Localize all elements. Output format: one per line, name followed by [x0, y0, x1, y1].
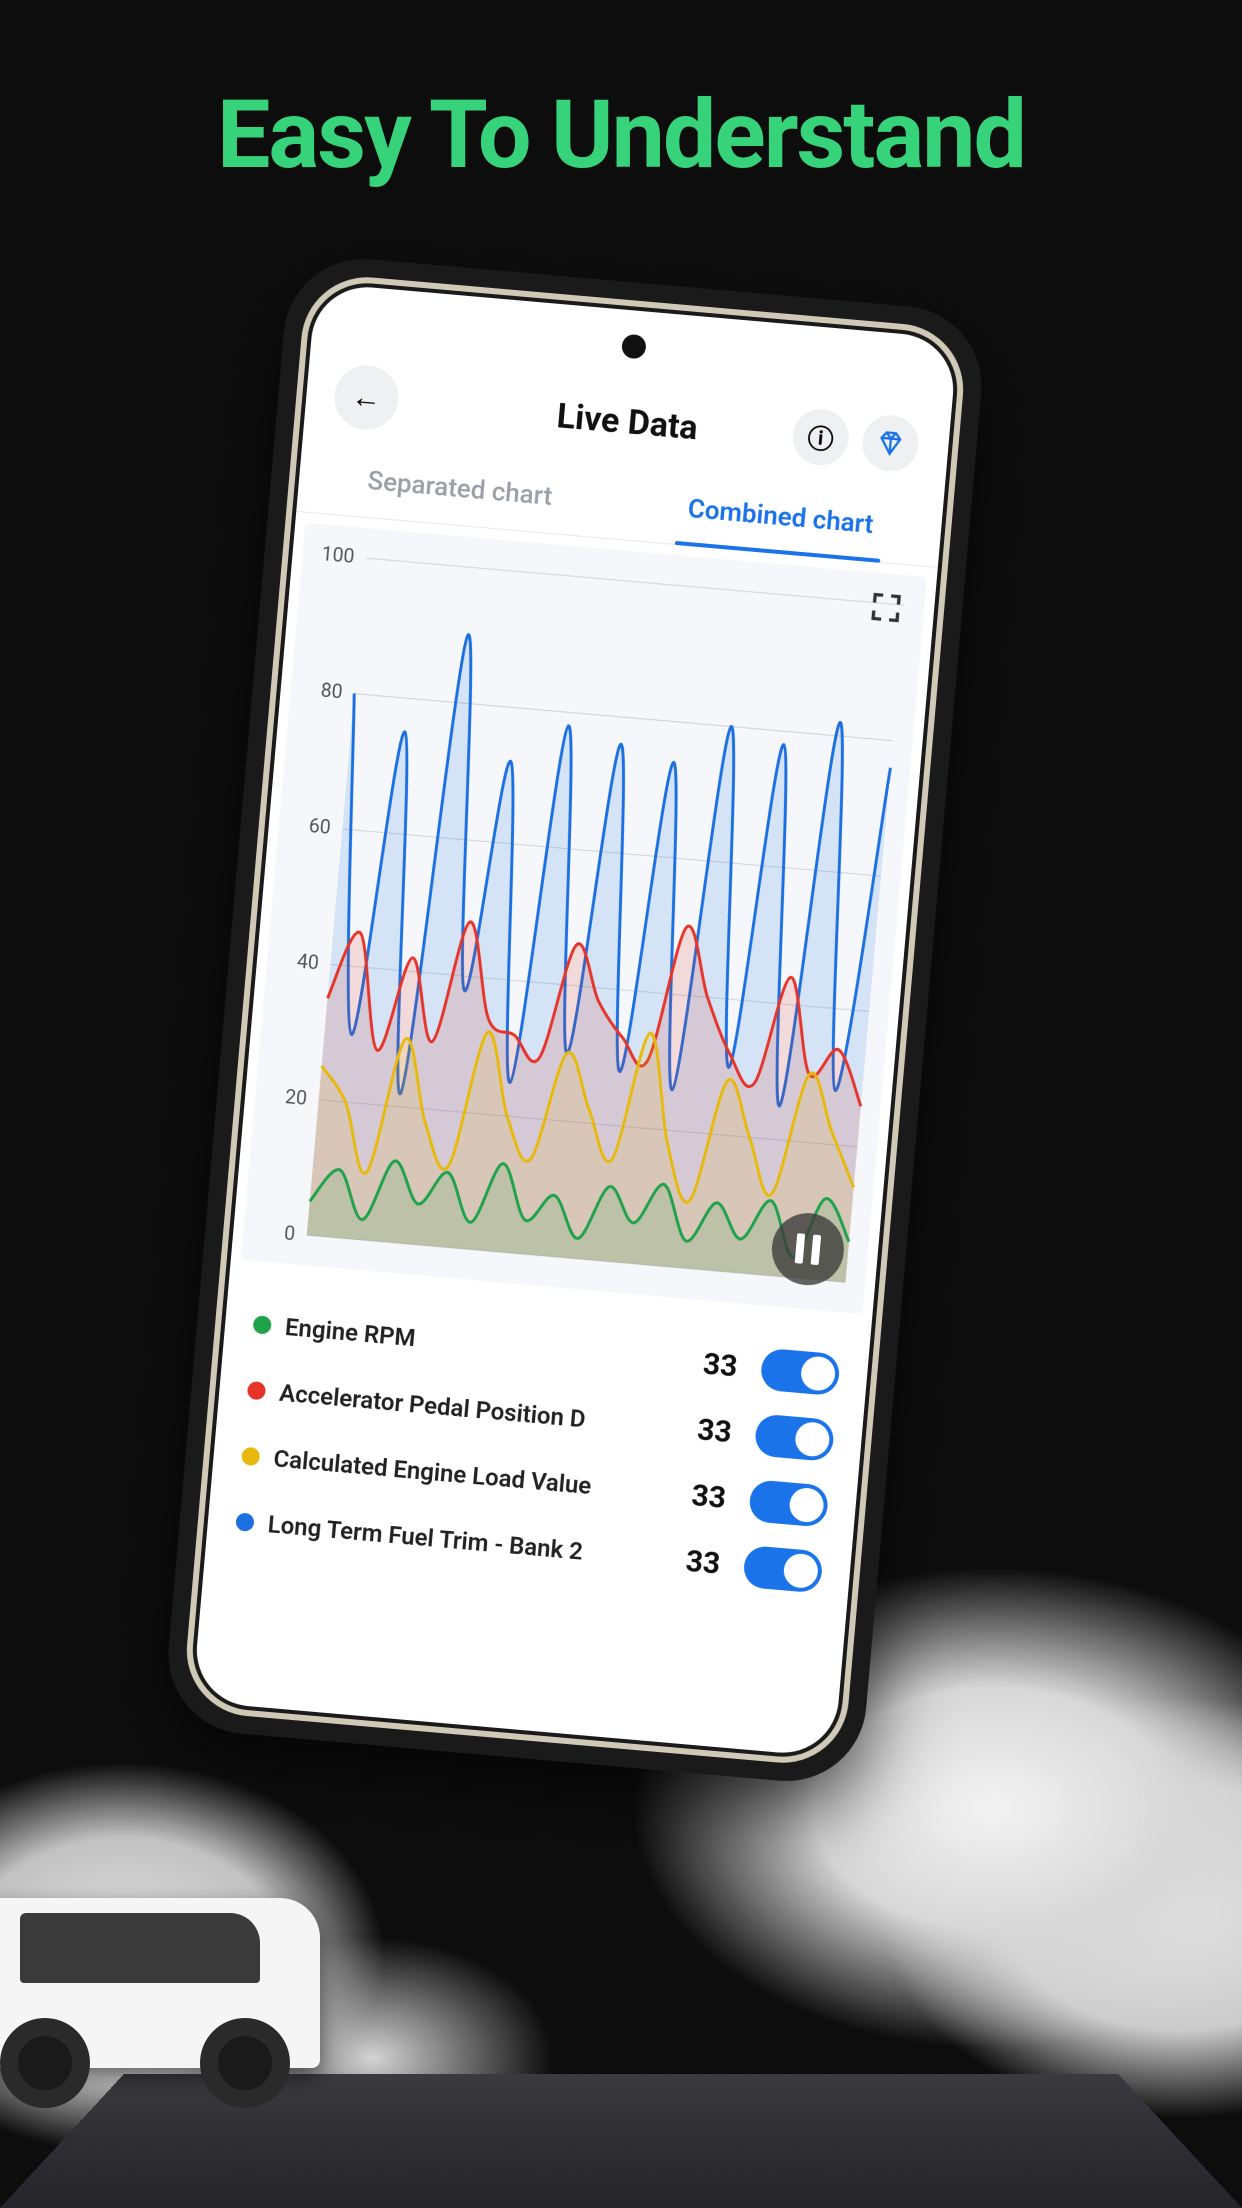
legend-value: 33 — [676, 1344, 739, 1384]
legend-color-dot — [235, 1512, 255, 1532]
page-title: Live Data — [555, 396, 699, 448]
svg-text:40: 40 — [296, 949, 320, 974]
expand-icon — [869, 590, 904, 625]
svg-text:80: 80 — [320, 678, 344, 703]
promo-headline: Easy To Understand — [0, 80, 1242, 191]
legend-list: Engine RPM33Accelerator Pedal Position D… — [205, 1259, 872, 1608]
pause-icon — [795, 1233, 806, 1264]
info-button[interactable]: ⓘ — [790, 407, 851, 468]
legend-value: 33 — [665, 1475, 728, 1515]
premium-button[interactable] — [860, 413, 921, 474]
legend-color-dot — [247, 1381, 267, 1401]
svg-text:20: 20 — [284, 1085, 308, 1110]
svg-text:60: 60 — [308, 814, 332, 839]
legend-label: Long Term Fuel Trim - Bank 2 — [267, 1510, 662, 1572]
legend-toggle[interactable] — [742, 1545, 823, 1594]
legend-toggle[interactable] — [759, 1348, 840, 1397]
back-button[interactable]: ← — [332, 363, 401, 432]
background-car — [0, 1828, 360, 2128]
legend-color-dot — [241, 1447, 261, 1467]
chart-container: 0 20 40 60 80 100 — [241, 523, 927, 1315]
pause-icon — [811, 1235, 822, 1266]
legend-value: 33 — [659, 1541, 722, 1581]
legend-toggle[interactable] — [748, 1479, 829, 1528]
legend-value: 33 — [670, 1410, 733, 1450]
expand-chart-button[interactable] — [869, 590, 904, 625]
combined-line-chart: 0 20 40 60 80 100 — [252, 543, 916, 1303]
phone-mockup: ← Live Data ⓘ Separated chart — [162, 252, 988, 1787]
info-icon: ⓘ — [806, 418, 835, 457]
svg-text:0: 0 — [283, 1221, 296, 1245]
legend-color-dot — [252, 1315, 272, 1335]
svg-text:100: 100 — [321, 543, 356, 568]
diamond-icon — [875, 428, 905, 458]
back-arrow-icon: ← — [350, 379, 383, 416]
legend-toggle[interactable] — [754, 1413, 835, 1462]
